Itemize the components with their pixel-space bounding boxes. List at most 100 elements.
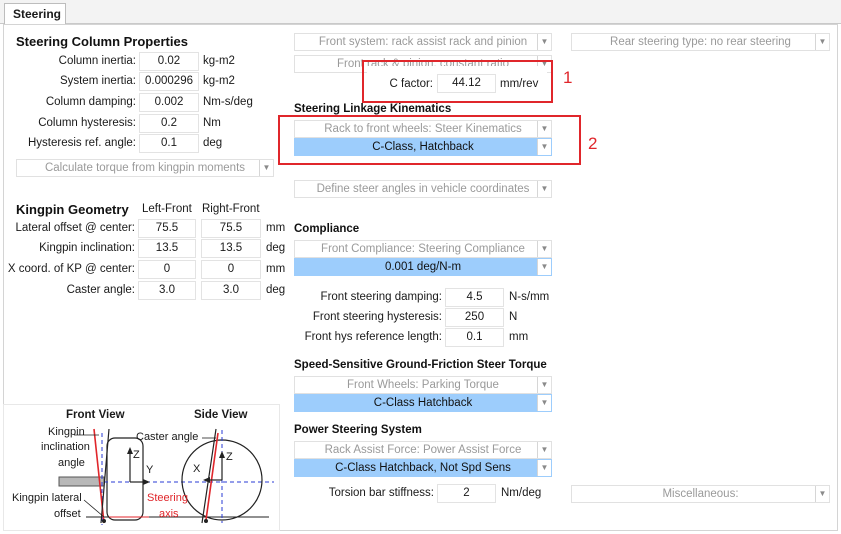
kingpin-geometry-title: Kingpin Geometry <box>16 202 129 217</box>
chevron-down-icon: ▼ <box>537 181 551 197</box>
rack-assist-force-dropdown[interactable]: Rack Assist Force: Power Assist Force ▼ <box>294 441 552 459</box>
front-hys-ref-length-unit: mm <box>509 331 529 343</box>
chevron-down-icon: ▼ <box>815 486 829 502</box>
side-view-title: Side View <box>194 409 248 421</box>
kingpin-inclination-label: Kingpin inclination: <box>39 242 135 254</box>
side-contact-point <box>204 519 208 523</box>
front-view-title: Front View <box>66 409 125 421</box>
linkage-title: Steering Linkage Kinematics <box>294 103 452 115</box>
steering-column-title: Steering Column Properties <box>16 34 188 49</box>
caster-angle-text: Caster angle <box>136 431 199 443</box>
kingpin-incl-text-3: angle <box>58 457 85 469</box>
tab-bar: Steering <box>0 0 841 25</box>
hysteresis-ref-angle-input[interactable]: 0.1 <box>139 134 199 153</box>
torsion-bar-input[interactable]: 2 <box>437 484 496 503</box>
column-hysteresis-label: Column hysteresis: <box>38 117 136 129</box>
lateral-offset-label: Lateral offset @ center: <box>15 222 136 234</box>
front-steering-damping-label: Front steering damping: <box>320 291 442 303</box>
front-wheels-torque-dropdown-label: Front Wheels: Parking Torque <box>347 379 499 391</box>
kingpin-inclination-right-input[interactable]: 13.5 <box>201 239 261 258</box>
torsion-bar-unit: Nm/deg <box>501 487 542 499</box>
column-damping-unit: Nm-s/deg <box>203 96 253 108</box>
kingpin-diagram-svg <box>58 428 274 525</box>
hysteresis-ref-angle-unit: deg <box>203 137 223 149</box>
z-label-front: Z <box>133 449 140 461</box>
power-assist-dataset-label: C-Class Hatchback, Not Spd Sens <box>335 462 511 474</box>
front-steering-hysteresis-unit: N <box>509 311 518 323</box>
define-steer-angles-dropdown[interactable]: Define steer angles in vehicle coordinat… <box>294 180 552 198</box>
kingpin-inclination-left-input[interactable]: 13.5 <box>138 239 196 258</box>
torque-calc-dropdown-label: Calculate torque from kingpin moments <box>44 162 246 174</box>
chevron-down-icon: ▼ <box>537 460 551 476</box>
lateral-offset-left-input[interactable]: 75.5 <box>138 219 196 238</box>
front-system-dropdown-label: Front system: rack assist rack and pinio… <box>318 36 528 48</box>
column-hysteresis-input[interactable]: 0.2 <box>139 114 199 133</box>
kingpin-axis-side <box>205 432 219 521</box>
system-inertia-unit: kg-m2 <box>203 75 235 87</box>
kingpin-incl-text-1: Kingpin <box>48 426 85 438</box>
left-front-header: Left-Front <box>142 203 192 215</box>
system-inertia-label: System inertia: <box>59 75 136 87</box>
column-damping-input[interactable]: 0.002 <box>139 93 199 112</box>
annotation-number-2: 2 <box>588 134 598 153</box>
column-damping-label: Column damping: <box>45 96 136 108</box>
lateral-offset-unit: mm <box>266 222 286 234</box>
power-assist-dataset-select[interactable]: C-Class Hatchback, Not Spd Sens ▼ <box>294 459 552 477</box>
annotation-box-1 <box>362 60 553 103</box>
compliance-dataset-select[interactable]: 0.001 deg/N-m ▼ <box>294 258 552 276</box>
kingpin-inclination-unit: deg <box>266 242 286 254</box>
front-steering-hysteresis-label: Front steering hysteresis: <box>312 311 442 323</box>
chevron-down-icon: ▼ <box>537 442 551 458</box>
lateral-offset-text-2: offset <box>54 508 81 520</box>
caster-angle-right-input[interactable]: 3.0 <box>201 281 261 300</box>
z-arrow-side <box>219 451 225 458</box>
x-label-side: X <box>193 463 201 475</box>
kingpin-diagram: Front View Side View Kingpin inclination… <box>3 404 280 531</box>
kp-x-coord-unit: mm <box>266 263 286 275</box>
hysteresis-ref-angle-label: Hysteresis ref. angle: <box>27 137 136 149</box>
kingpin-incl-text-2: inclination <box>41 441 90 453</box>
tab-steering[interactable]: Steering <box>4 3 66 25</box>
chevron-down-icon: ▼ <box>537 395 551 411</box>
column-hysteresis-unit: Nm <box>203 117 221 129</box>
miscellaneous-dropdown[interactable]: Miscellaneous: ▼ <box>571 485 830 503</box>
front-hys-ref-length-input[interactable]: 0.1 <box>445 328 504 347</box>
front-steering-hysteresis-input[interactable]: 250 <box>445 308 504 327</box>
torque-calc-dropdown[interactable]: Calculate torque from kingpin moments ▼ <box>16 159 274 177</box>
column-inertia-label: Column inertia: <box>58 55 136 67</box>
chevron-down-icon: ▼ <box>537 241 551 257</box>
kp-x-coord-left-input[interactable]: 0 <box>138 260 196 279</box>
caster-angle-left-input[interactable]: 3.0 <box>138 281 196 300</box>
compliance-title: Compliance <box>294 223 360 235</box>
front-hys-ref-length-label: Front hys reference length: <box>304 331 442 343</box>
steering-axis-text-2: axis <box>159 508 179 520</box>
y-arrow-front <box>143 479 150 485</box>
annotation-number-1: 1 <box>563 68 573 87</box>
right-front-header: Right-Front <box>202 203 260 215</box>
system-inertia-input[interactable]: 0.000296 <box>139 72 199 91</box>
define-steer-angles-label: Define steer angles in vehicle coordinat… <box>316 183 530 195</box>
front-wheels-torque-dropdown[interactable]: Front Wheels: Parking Torque ▼ <box>294 376 552 394</box>
z-label-side: Z <box>226 451 233 463</box>
parking-torque-dataset-label: C-Class Hatchback <box>373 397 473 409</box>
kp-x-coord-label: X coord. of KP @ center: <box>7 263 135 275</box>
miscellaneous-dropdown-label: Miscellaneous: <box>662 488 739 500</box>
speed-sensitive-title: Speed-Sensitive Ground-Friction Steer To… <box>294 359 547 371</box>
caster-angle-label: Caster angle: <box>66 284 135 296</box>
chevron-down-icon: ▼ <box>537 34 551 50</box>
front-compliance-dropdown[interactable]: Front Compliance: Steering Compliance ▼ <box>294 240 552 258</box>
chevron-down-icon: ▼ <box>537 259 551 275</box>
chevron-down-icon: ▼ <box>259 160 273 176</box>
front-system-dropdown[interactable]: Front system: rack assist rack and pinio… <box>294 33 552 51</box>
rear-steering-dropdown[interactable]: Rear steering type: no rear steering ▼ <box>571 33 830 51</box>
caster-angle-unit: deg <box>266 284 286 296</box>
rear-steering-dropdown-label: Rear steering type: no rear steering <box>610 36 791 48</box>
front-steering-damping-input[interactable]: 4.5 <box>445 288 504 307</box>
lateral-offset-right-input[interactable]: 75.5 <box>201 219 261 238</box>
lateral-offset-leader <box>83 499 105 518</box>
power-steering-title: Power Steering System <box>294 424 422 436</box>
kp-x-coord-right-input[interactable]: 0 <box>201 260 261 279</box>
y-label-front: Y <box>146 464 154 476</box>
parking-torque-dataset-select[interactable]: C-Class Hatchback ▼ <box>294 394 552 412</box>
column-inertia-input[interactable]: 0.02 <box>139 52 199 71</box>
